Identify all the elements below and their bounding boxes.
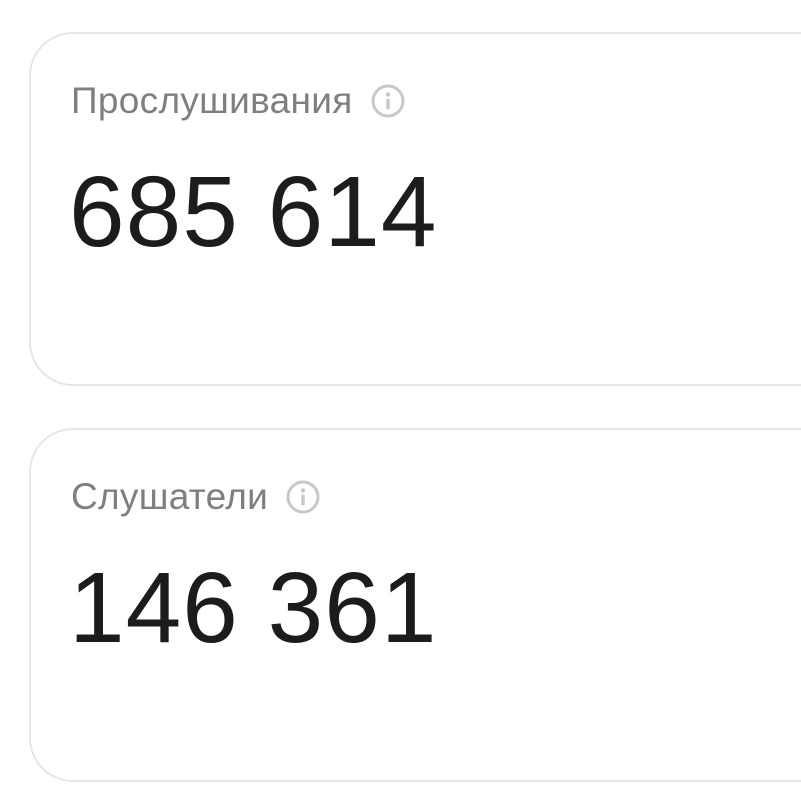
plays-card[interactable]: Прослушивания 685 614 — [29, 32, 801, 386]
stats-panel: Прослушивания 685 614 Слушатели 146 361 — [0, 0, 801, 800]
plays-value: 685 614 — [69, 156, 438, 268]
plays-label: Прослушивания — [71, 80, 353, 121]
listeners-label-row: Слушатели — [71, 478, 320, 515]
listeners-card[interactable]: Слушатели 146 361 — [29, 428, 801, 782]
plays-label-row: Прослушивания — [71, 82, 405, 119]
listeners-value: 146 361 — [69, 552, 438, 664]
listeners-label: Слушатели — [71, 476, 269, 517]
info-icon[interactable] — [371, 84, 405, 118]
info-icon[interactable] — [286, 480, 320, 514]
